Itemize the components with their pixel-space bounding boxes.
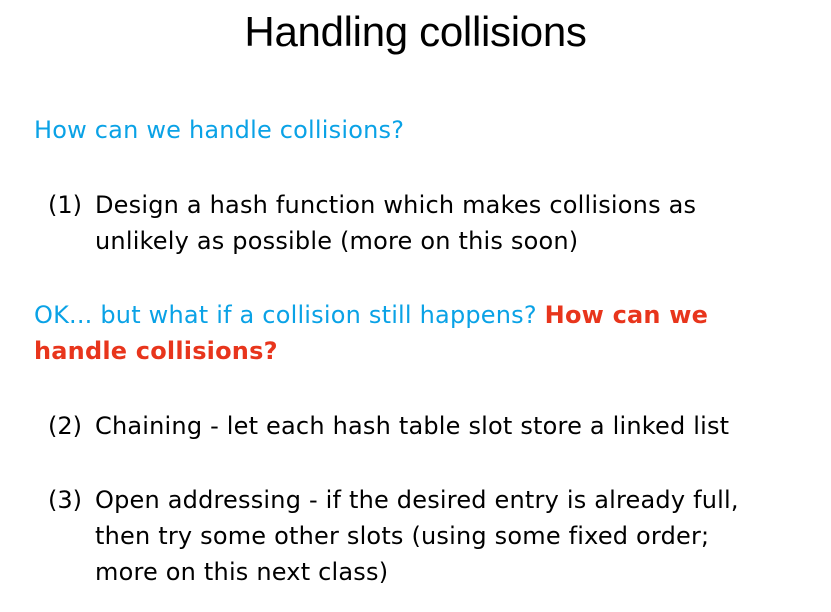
followup-line-1: OK... but what if a collision still happ… xyxy=(34,297,708,333)
question-text: How can we handle collisions? xyxy=(34,116,405,144)
slide-title: Handling collisions xyxy=(244,8,587,55)
item-1-number: (1) xyxy=(48,191,82,219)
followup-emphasis-part-1: How can we xyxy=(544,301,709,329)
item-2-line-1: Chaining - let each hash table slot stor… xyxy=(95,412,730,440)
item-3-number: (3) xyxy=(48,486,82,514)
item-1-line-2: unlikely as possible (more on this soon) xyxy=(95,227,579,255)
item-3-line-3: more on this next class) xyxy=(95,558,389,586)
item-3-line-2: then try some other slots (using some fi… xyxy=(95,522,710,550)
item-3-line-1: Open addressing - if the desired entry i… xyxy=(95,486,739,514)
item-2-number: (2) xyxy=(48,412,82,440)
followup-question: OK... but what if a collision still happ… xyxy=(34,301,537,329)
followup-emphasis-part-2: handle collisions? xyxy=(34,337,278,365)
item-1-line-1: Design a hash function which makes colli… xyxy=(95,191,697,219)
